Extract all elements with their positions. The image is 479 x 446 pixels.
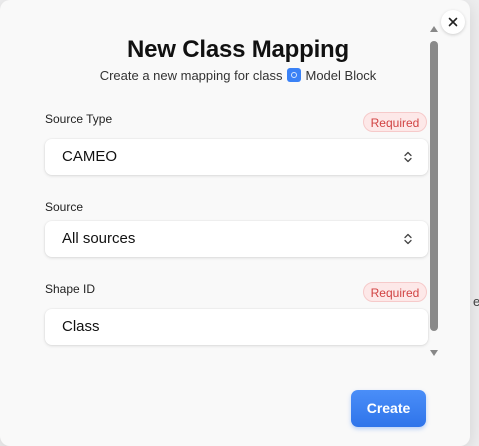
- class-icon: [286, 67, 301, 82]
- source-type-label: Source Type: [45, 112, 113, 126]
- source-value: All sources: [62, 230, 136, 247]
- background-text-fragment: e: [473, 294, 479, 309]
- dialog-scrollbar[interactable]: [428, 24, 440, 360]
- scroll-down-arrow-icon[interactable]: [430, 350, 438, 356]
- chevron-up-down-icon: [404, 151, 412, 163]
- source-type-required-badge: Required: [363, 112, 427, 132]
- shape-id-required-badge: Required: [363, 282, 427, 302]
- shape-id-label: Shape ID: [45, 282, 96, 296]
- close-icon: [448, 17, 458, 27]
- dialog-subtitle: Create a new mapping for class Model Blo…: [0, 67, 470, 83]
- chevron-up-down-icon: [404, 233, 412, 245]
- class-name: Model Block: [305, 68, 377, 83]
- create-button[interactable]: Create: [351, 390, 426, 427]
- dialog-title: New Class Mapping: [127, 36, 349, 63]
- source-type-value: CAMEO: [62, 148, 118, 165]
- source-select[interactable]: All sources: [45, 221, 428, 257]
- scroll-up-arrow-icon[interactable]: [430, 26, 438, 32]
- subtitle-text: Create a new mapping for class: [99, 68, 283, 83]
- source-type-select[interactable]: CAMEO: [45, 139, 428, 175]
- source-label: Source: [45, 200, 84, 214]
- new-class-mapping-dialog: New Class Mapping Create a new mapping f…: [0, 0, 470, 446]
- shape-id-input[interactable]: Class: [45, 309, 428, 345]
- shape-id-value: Class: [62, 318, 100, 335]
- close-button[interactable]: [441, 10, 465, 34]
- scrollbar-thumb[interactable]: [430, 41, 438, 331]
